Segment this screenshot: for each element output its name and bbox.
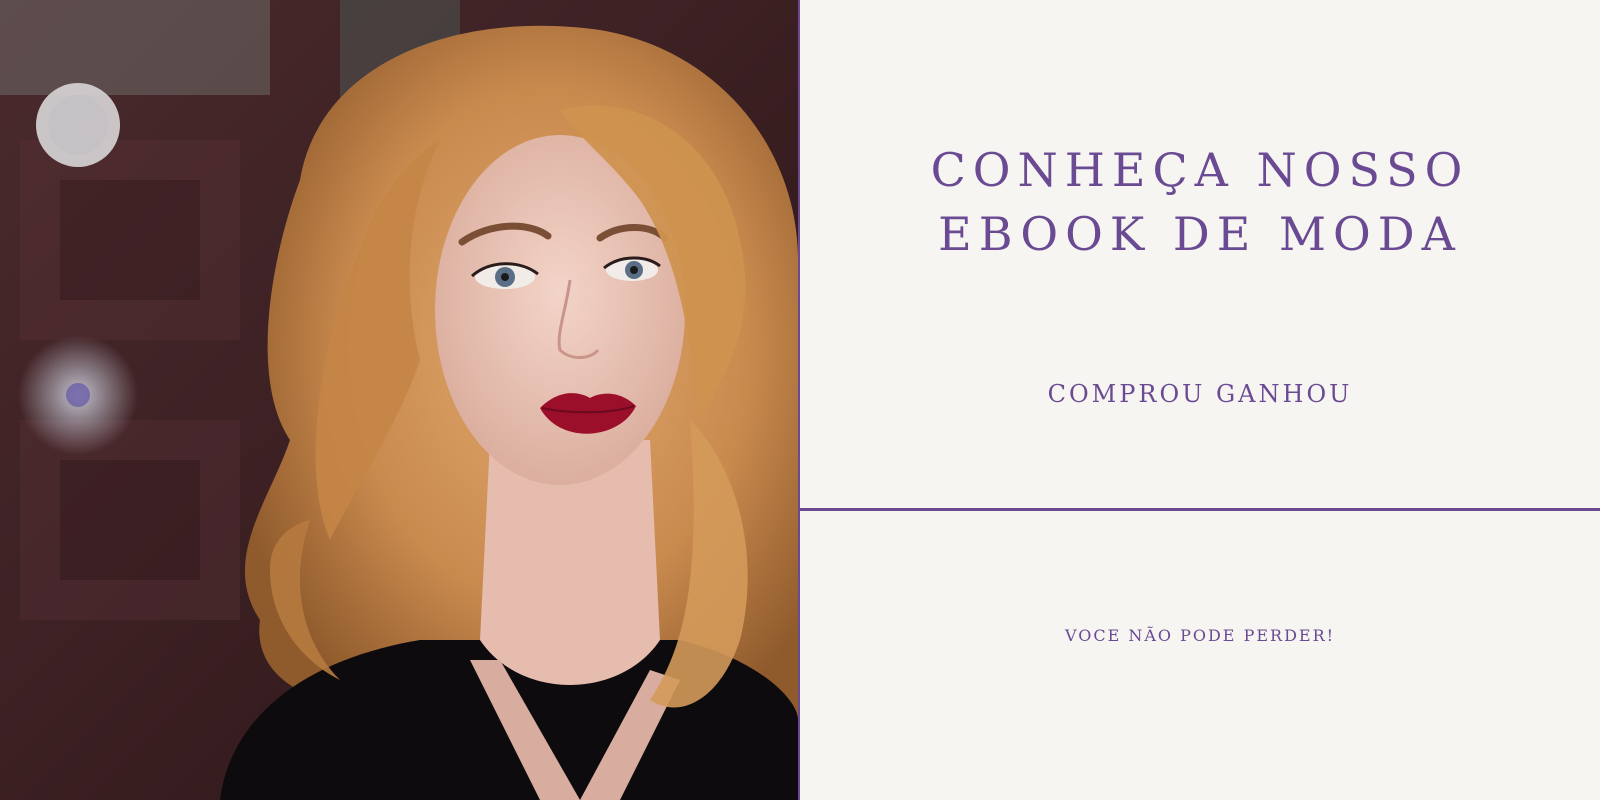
model-photo <box>0 0 798 800</box>
model-photo-illustration <box>0 0 798 800</box>
headline-line-2: EBOOK DE MODA <box>938 207 1462 261</box>
text-panel: CONHEÇA NOSSO EBOOK DE MODA COMPROU GANH… <box>800 0 1600 800</box>
headline-line-1: CONHEÇA NOSSO <box>930 143 1470 197</box>
footer-note: VOCE NÃO PODE PERDER! <box>1064 626 1336 645</box>
headline: CONHEÇA NOSSO EBOOK DE MODA <box>800 138 1600 266</box>
promo-banner: CONHEÇA NOSSO EBOOK DE MODA COMPROU GANH… <box>0 0 1600 800</box>
subheadline: COMPROU GANHOU <box>1047 380 1353 408</box>
horizontal-divider <box>800 508 1600 511</box>
